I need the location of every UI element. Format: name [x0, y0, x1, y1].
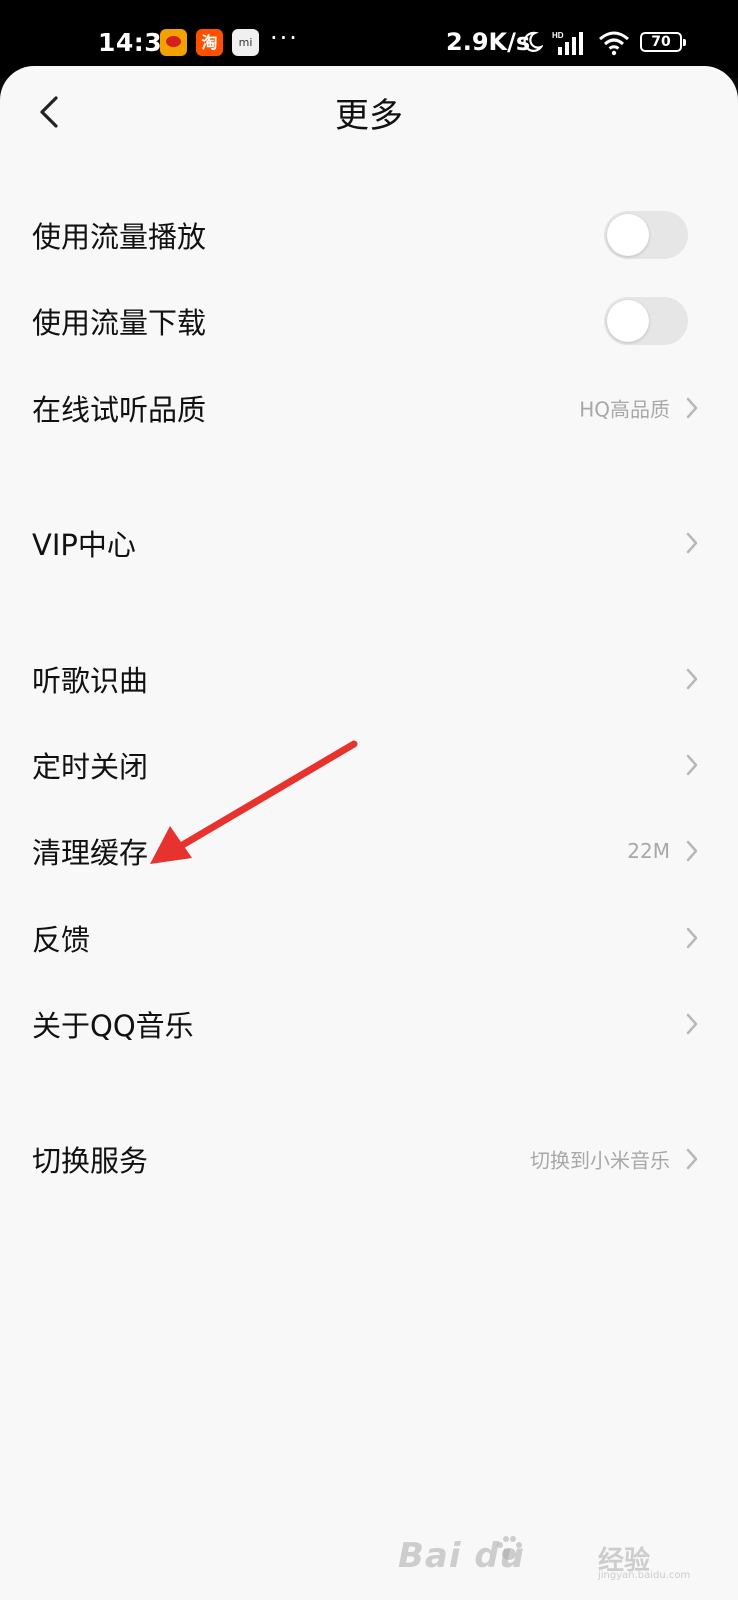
- settings-sheet: 更多 使用流量播放 使用流量下载 在线试听品质 HQ高品质 VIP中心 听歌识曲…: [0, 66, 738, 1600]
- moon-icon: [523, 31, 543, 52]
- baidu-jingyan-watermark: Bai du 经验 jingyan.baidu.com: [398, 1536, 698, 1581]
- more-notifications-icon: ···: [270, 24, 299, 52]
- mobile-data-playback-toggle[interactable]: [604, 211, 688, 259]
- row-value: 22M: [627, 839, 670, 863]
- toggle-knob: [607, 214, 649, 256]
- setting-row-mobile-data-playback[interactable]: 使用流量播放: [0, 192, 738, 278]
- row-label: 关于QQ音乐: [32, 1009, 194, 1043]
- row-label: 反馈: [32, 923, 91, 957]
- chevron-right-icon: [686, 1013, 698, 1035]
- mobile-data-download-toggle[interactable]: [604, 297, 688, 345]
- setting-row-feedback[interactable]: 反馈: [0, 895, 738, 981]
- chevron-right-icon: [686, 927, 698, 949]
- mi-store-icon: mi: [232, 29, 259, 56]
- signal-icon: HD: [552, 31, 583, 55]
- page-title: 更多: [335, 96, 403, 136]
- toggle-knob: [607, 300, 649, 342]
- row-label: VIP中心: [32, 528, 136, 562]
- setting-row-clear-cache[interactable]: 清理缓存 22M: [0, 808, 738, 894]
- chevron-right-icon: [686, 668, 698, 690]
- taobao-icon: 淘: [196, 29, 223, 56]
- row-label: 切换服务: [32, 1144, 149, 1178]
- chevron-right-icon: [686, 840, 698, 862]
- row-label: 清理缓存: [32, 836, 149, 870]
- setting-row-song-recognition[interactable]: 听歌识曲: [0, 636, 738, 722]
- watermark-url: jingyan.baidu.com: [598, 1570, 691, 1581]
- row-label: 使用流量播放: [32, 220, 207, 254]
- svg-text:HD: HD: [552, 31, 564, 40]
- setting-row-vip-center[interactable]: VIP中心: [0, 500, 738, 586]
- weibo-icon: [160, 29, 187, 56]
- wifi-icon: [599, 31, 629, 56]
- battery-icon: 70: [640, 32, 686, 52]
- setting-row-sleep-timer[interactable]: 定时关闭: [0, 722, 738, 808]
- setting-row-switch-service[interactable]: 切换服务 切换到小米音乐: [0, 1116, 738, 1202]
- row-label: 使用流量下载: [32, 306, 207, 340]
- setting-row-streaming-quality[interactable]: 在线试听品质 HQ高品质: [0, 365, 738, 451]
- chevron-right-icon: [686, 1148, 698, 1170]
- network-speed: 2.9K/s: [446, 28, 531, 56]
- setting-row-mobile-data-download[interactable]: 使用流量下载: [0, 278, 738, 364]
- paw-icon: [497, 1536, 522, 1560]
- row-value: 切换到小米音乐: [530, 1148, 670, 1173]
- row-label: 定时关闭: [32, 750, 149, 784]
- chevron-right-icon: [686, 754, 698, 776]
- row-label: 听歌识曲: [32, 664, 149, 698]
- row-value: HQ高品质: [579, 397, 670, 422]
- chevron-right-icon: [686, 532, 698, 554]
- battery-level: 70: [651, 34, 671, 50]
- setting-row-about[interactable]: 关于QQ音乐: [0, 981, 738, 1067]
- row-label: 在线试听品质: [32, 393, 207, 427]
- chevron-right-icon: [686, 397, 698, 419]
